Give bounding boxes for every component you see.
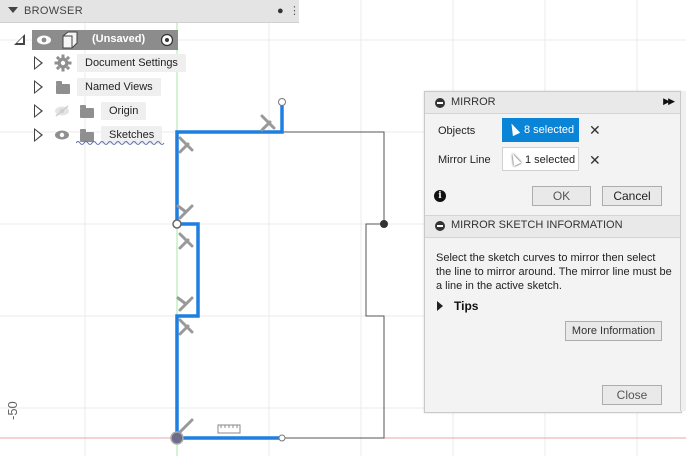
browser-item-label: Named Views [77, 78, 161, 96]
origin-point[interactable] [170, 431, 184, 445]
objects-label: Objects [438, 125, 476, 137]
clear-mirror-line-x-icon[interactable]: ✕ [589, 152, 601, 169]
tips-expand-triangle-icon[interactable] [437, 301, 443, 311]
browser-item-label: Document Settings [77, 54, 186, 72]
selected-sketch-curves[interactable] [175, 103, 284, 440]
wavy-underline [76, 141, 165, 145]
browser-title: BROWSER [24, 5, 83, 17]
more-information-button[interactable]: More Information [565, 321, 662, 341]
mirror-line-select-button[interactable]: 1 selected [502, 147, 579, 171]
info-icon[interactable]: i [434, 190, 446, 202]
cancel-button[interactable]: Cancel [602, 186, 662, 206]
pin-dot-icon[interactable]: ● [277, 5, 284, 17]
constraint-glyphs [176, 114, 276, 434]
endpoint-marker[interactable] [278, 434, 286, 442]
hidden-eye-icon[interactable] [54, 104, 70, 118]
ok-button[interactable]: OK [532, 186, 591, 206]
horizontal-constraint-icon [217, 424, 241, 434]
info-description: Select the sketch curves to mirror then … [436, 252, 672, 292]
folder-icon [80, 105, 94, 118]
browser-item-origin[interactable]: Origin [0, 100, 190, 122]
activate-radio-icon[interactable] [160, 33, 174, 47]
component-icon [62, 31, 78, 49]
endpoint-marker[interactable] [172, 219, 182, 229]
mirror-line-label: Mirror Line [438, 154, 491, 166]
cursor-arrow-icon [508, 151, 522, 167]
mirror-dialog-header[interactable]: MIRROR ▶▶ [425, 92, 681, 114]
expanded-triangle-icon[interactable] [13, 33, 27, 47]
browser-item-label: Origin [101, 102, 147, 120]
close-button[interactable]: Close [602, 385, 662, 405]
root-node-label: (Unsaved) [92, 33, 146, 45]
tips-label[interactable]: Tips [454, 299, 478, 313]
browser-item-named-views[interactable]: Named Views [0, 76, 190, 98]
axis-coordinate-label: -50 [5, 401, 20, 420]
adjacent-panel-edge [680, 91, 686, 411]
browser-header[interactable]: BROWSER ● ⋮ [0, 0, 300, 23]
cursor-arrow-icon [507, 121, 521, 137]
collapse-minus-icon[interactable] [435, 221, 445, 231]
folder-icon [56, 81, 70, 94]
objects-select-button[interactable]: 8 selected [502, 118, 579, 142]
midpoint-marker[interactable] [380, 220, 388, 228]
browser-item-sketches[interactable]: Sketches [0, 124, 190, 146]
clear-objects-x-icon[interactable]: ✕ [589, 122, 601, 139]
collapse-minus-icon[interactable] [435, 98, 445, 108]
info-section-title: MIRROR SKETCH INFORMATION [451, 219, 623, 231]
collapse-triangle-icon[interactable] [8, 7, 18, 13]
eye-icon[interactable] [54, 128, 70, 142]
gear-icon [54, 54, 72, 72]
info-section-header[interactable]: MIRROR SKETCH INFORMATION [425, 215, 681, 238]
browser-item-document-settings[interactable]: Document Settings [0, 52, 190, 74]
mirror-dialog[interactable]: MIRROR ▶▶ Objects 8 selected ✕ Mirror Li… [424, 91, 682, 413]
dialog-title: MIRROR [451, 96, 496, 108]
more-vertical-icon[interactable]: ⋮ [289, 4, 300, 17]
eye-icon[interactable] [36, 34, 52, 46]
sketch-profile-line[interactable] [282, 131, 385, 439]
expand-arrows-icon[interactable]: ▶▶ [663, 96, 675, 107]
endpoint-marker[interactable] [278, 98, 286, 106]
browser-root-row[interactable]: (Unsaved) [0, 29, 190, 51]
